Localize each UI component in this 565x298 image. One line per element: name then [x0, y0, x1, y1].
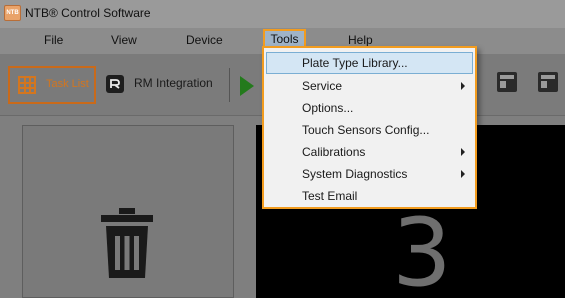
menu-item-label: Plate Type Library...	[302, 56, 408, 70]
trash-panel[interactable]	[22, 125, 234, 298]
menu-help[interactable]: Help	[348, 33, 373, 47]
grid-icon	[18, 76, 36, 94]
menu-item-label: Options...	[302, 101, 354, 115]
trash-icon	[101, 208, 153, 278]
task-list-label: Task List	[46, 78, 89, 90]
submenu-arrow-icon	[461, 82, 465, 90]
window-icon[interactable]	[497, 72, 517, 92]
menu-item-system-diagnostics[interactable]: System Diagnostics	[266, 163, 473, 185]
rm-logo-icon	[106, 75, 124, 93]
menu-item-touch-sensors-config[interactable]: Touch Sensors Config...	[266, 119, 473, 141]
window-icon[interactable]	[538, 72, 558, 92]
rm-integration-label: RM Integration	[134, 76, 213, 90]
menu-file[interactable]: File	[44, 33, 63, 47]
menu-item-options[interactable]: Options...	[266, 97, 473, 119]
window-title: NTB® Control Software	[25, 6, 151, 20]
menu-item-label: Test Email	[302, 189, 358, 203]
menu-item-calibrations[interactable]: Calibrations	[266, 141, 473, 163]
submenu-arrow-icon	[461, 170, 465, 178]
menu-item-plate-type-library[interactable]: Plate Type Library...	[266, 52, 473, 74]
menu-item-label: Service	[302, 79, 343, 93]
menu-item-label: Touch Sensors Config...	[302, 123, 430, 137]
task-list-button[interactable]: Task List	[8, 66, 96, 104]
menu-item-label: System Diagnostics	[302, 167, 408, 181]
play-icon[interactable]	[240, 76, 254, 96]
menu-device[interactable]: Device	[186, 33, 223, 47]
app-logo-icon: NTB	[4, 5, 21, 21]
menu-item-test-email[interactable]: Test Email	[266, 185, 473, 207]
menu-item-service[interactable]: Service	[266, 75, 473, 97]
menu-item-label: Calibrations	[302, 145, 366, 159]
display-number: 3	[392, 199, 452, 298]
toolbar-divider	[229, 68, 230, 102]
title-bar: NTB NTB® Control Software	[0, 0, 565, 28]
menu-view[interactable]: View	[111, 33, 137, 47]
tools-dropdown-menu: Plate Type Library... Service Options...…	[262, 46, 477, 209]
rm-integration-button[interactable]: RM Integration	[100, 66, 224, 104]
submenu-arrow-icon	[461, 148, 465, 156]
